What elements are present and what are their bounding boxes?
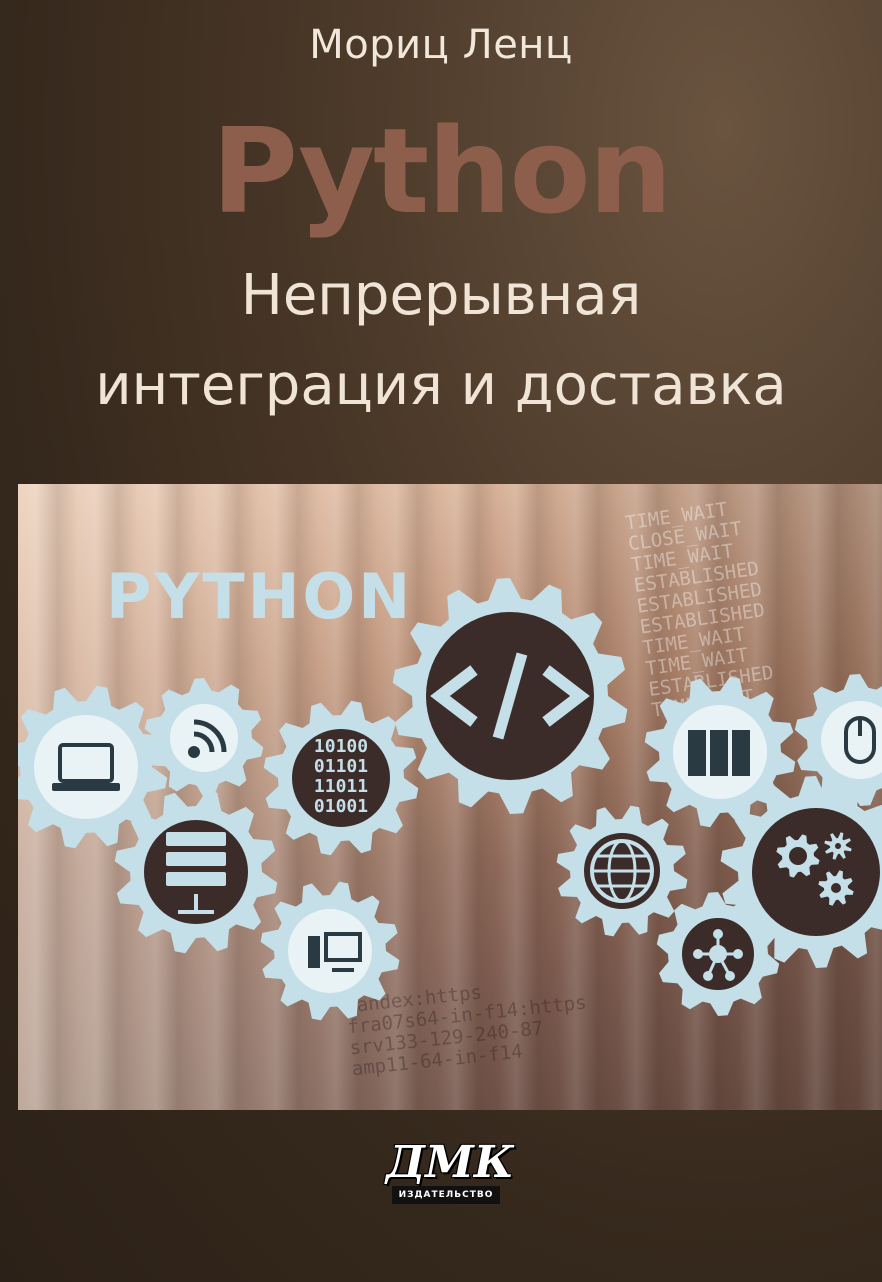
laptop-gear-face — [30, 711, 142, 823]
author-name: Мориц Ленц — [309, 22, 573, 68]
server-icon — [166, 852, 226, 866]
database-icon — [732, 730, 750, 776]
server-icon — [166, 832, 226, 846]
gears-gear-face — [748, 804, 882, 940]
gears-icon — [831, 883, 841, 893]
binary-line: 11011 — [314, 776, 368, 797]
server-icon — [166, 872, 226, 886]
gears-icon — [835, 843, 841, 849]
database-icon — [688, 730, 706, 776]
publisher-logo: ДМК ИЗДАТЕЛЬСТВО — [386, 1137, 514, 1208]
book-title: Python — [211, 102, 672, 240]
binary-icon: 10100 01101 11011 01001 — [314, 736, 368, 817]
subtitle-line-2: интеграция и доставка — [95, 353, 787, 418]
publisher-strip: ИЗДАТЕЛЬСТВО — [392, 1186, 500, 1204]
gear-icons: 10100 01101 11011 01001 — [18, 578, 882, 1021]
database-icon — [710, 730, 728, 776]
binary-line: 10100 — [314, 736, 368, 757]
binary-line: 01101 — [314, 756, 368, 777]
monitor-icon — [308, 936, 320, 968]
subtitle-line-1: Непрерывная — [240, 263, 642, 328]
gears-icon — [789, 847, 807, 865]
publisher-logo-text: ДМК — [386, 1137, 514, 1188]
binary-line: 01001 — [314, 796, 368, 817]
cover-illustration: TIME_WAIT CLOSE_WAIT TIME_WAIT ESTABLISH… — [18, 484, 882, 1110]
